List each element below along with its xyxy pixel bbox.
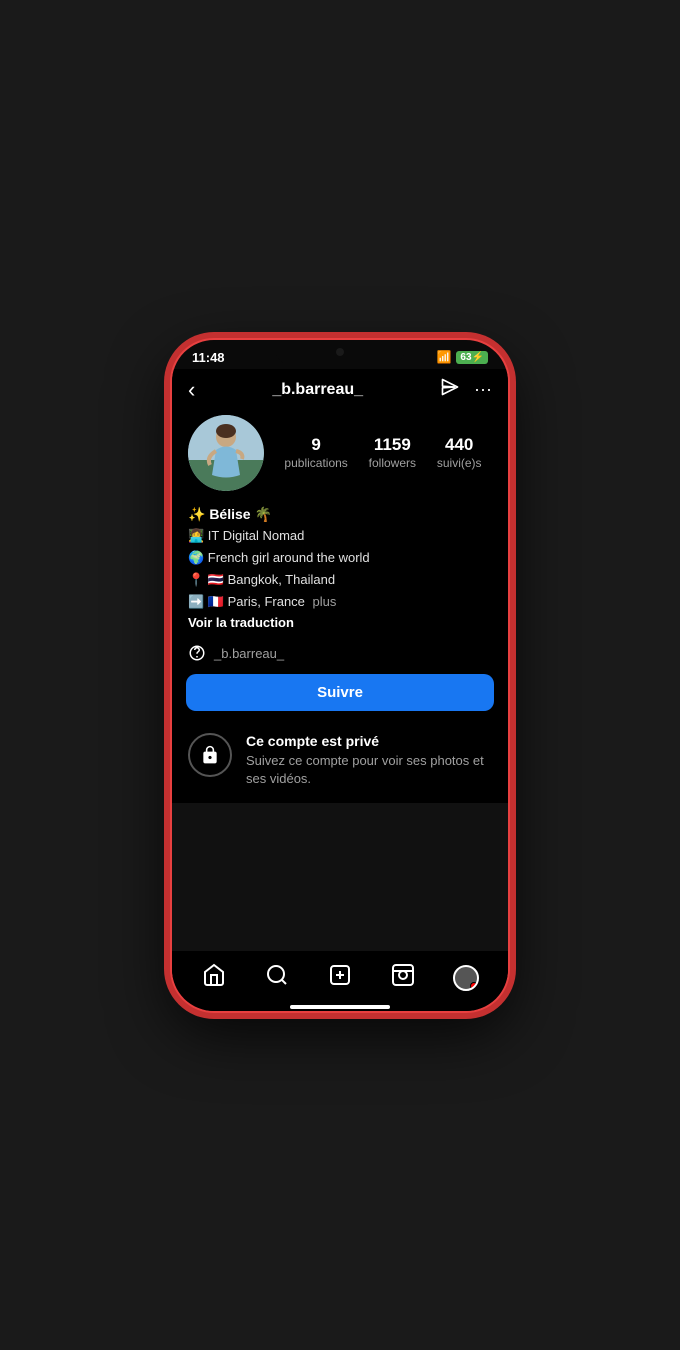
threads-username[interactable]: _b.barreau_	[214, 646, 284, 661]
bio-section: ✨ Bélise 🌴 👩‍💻 IT Digital Nomad 🌍 French…	[172, 499, 508, 637]
bio-line-2: 🌍 French girl around the world	[188, 547, 492, 569]
search-icon	[265, 963, 289, 993]
notification-dot	[470, 982, 478, 990]
followers-label: followers	[369, 456, 416, 470]
publications-count: 9	[311, 435, 320, 455]
more-options-icon[interactable]: ···	[474, 379, 492, 400]
notch	[275, 340, 405, 366]
bio-translate[interactable]: Voir la traduction	[188, 615, 492, 630]
suivre-button[interactable]: Suivre	[186, 674, 494, 711]
home-indicator	[290, 1005, 390, 1009]
status-right: 📶 63⚡	[436, 350, 488, 364]
private-description: Suivez ce compte pour voir ses photos et…	[246, 752, 492, 788]
avatar	[188, 415, 264, 491]
phone-shell: 11:48 📶 63⚡ ‹ _b.barreau_ ···	[170, 338, 510, 1013]
bio-line-1: 👩‍💻 IT Digital Nomad	[188, 525, 492, 547]
followers-stat[interactable]: 1159 followers	[369, 435, 416, 470]
locked-content-area	[172, 803, 508, 951]
nav-home[interactable]	[192, 961, 236, 995]
status-time: 11:48	[192, 350, 225, 365]
stats-row: 9 publications 1159 followers 440 suivi(…	[274, 435, 492, 470]
private-section: Ce compte est privé Suivez ce compte pou…	[172, 719, 508, 802]
nav-avatar	[453, 965, 479, 991]
back-button[interactable]: ‹	[188, 377, 195, 403]
wifi-icon: 📶	[436, 350, 451, 364]
bio-line-3: 📍 🇹🇭 Bangkok, Thailand	[188, 569, 492, 591]
home-icon	[202, 963, 226, 993]
publications-stat[interactable]: 9 publications	[284, 435, 347, 470]
header: ‹ _b.barreau_ ···	[172, 369, 508, 411]
send-icon[interactable]	[440, 377, 460, 402]
private-text: Ce compte est privé Suivez ce compte pou…	[246, 733, 492, 788]
profile-row: 9 publications 1159 followers 440 suivi(…	[172, 411, 508, 499]
nav-search[interactable]	[255, 961, 299, 995]
header-icons: ···	[440, 377, 492, 402]
bio-plus[interactable]: plus	[313, 594, 337, 609]
bio-name: ✨ Bélise 🌴	[188, 503, 492, 525]
private-title: Ce compte est privé	[246, 733, 492, 749]
following-stat[interactable]: 440 suivi(e)s	[437, 435, 482, 470]
screen: ‹ _b.barreau_ ···	[172, 369, 508, 1011]
threads-icon	[188, 644, 206, 662]
nav-reels[interactable]	[381, 961, 425, 995]
publications-label: publications	[284, 456, 347, 470]
followers-count: 1159	[374, 435, 411, 455]
nav-add[interactable]	[318, 961, 362, 995]
bio-line-4-text: ➡️ 🇫🇷 Paris, France	[188, 594, 305, 609]
nav-profile[interactable]	[444, 961, 488, 995]
battery-badge: 63⚡	[456, 351, 488, 364]
reels-icon	[391, 963, 415, 993]
notch-dot	[336, 348, 344, 356]
bottom-nav	[172, 951, 508, 1001]
following-count: 440	[445, 435, 473, 455]
bio-line-4: ➡️ 🇫🇷 Paris, France plus	[188, 591, 492, 613]
add-icon	[328, 963, 352, 993]
following-label: suivi(e)s	[437, 456, 482, 470]
lock-icon	[188, 733, 232, 777]
threads-row: _b.barreau_	[172, 636, 508, 668]
header-username: _b.barreau_	[195, 381, 440, 399]
